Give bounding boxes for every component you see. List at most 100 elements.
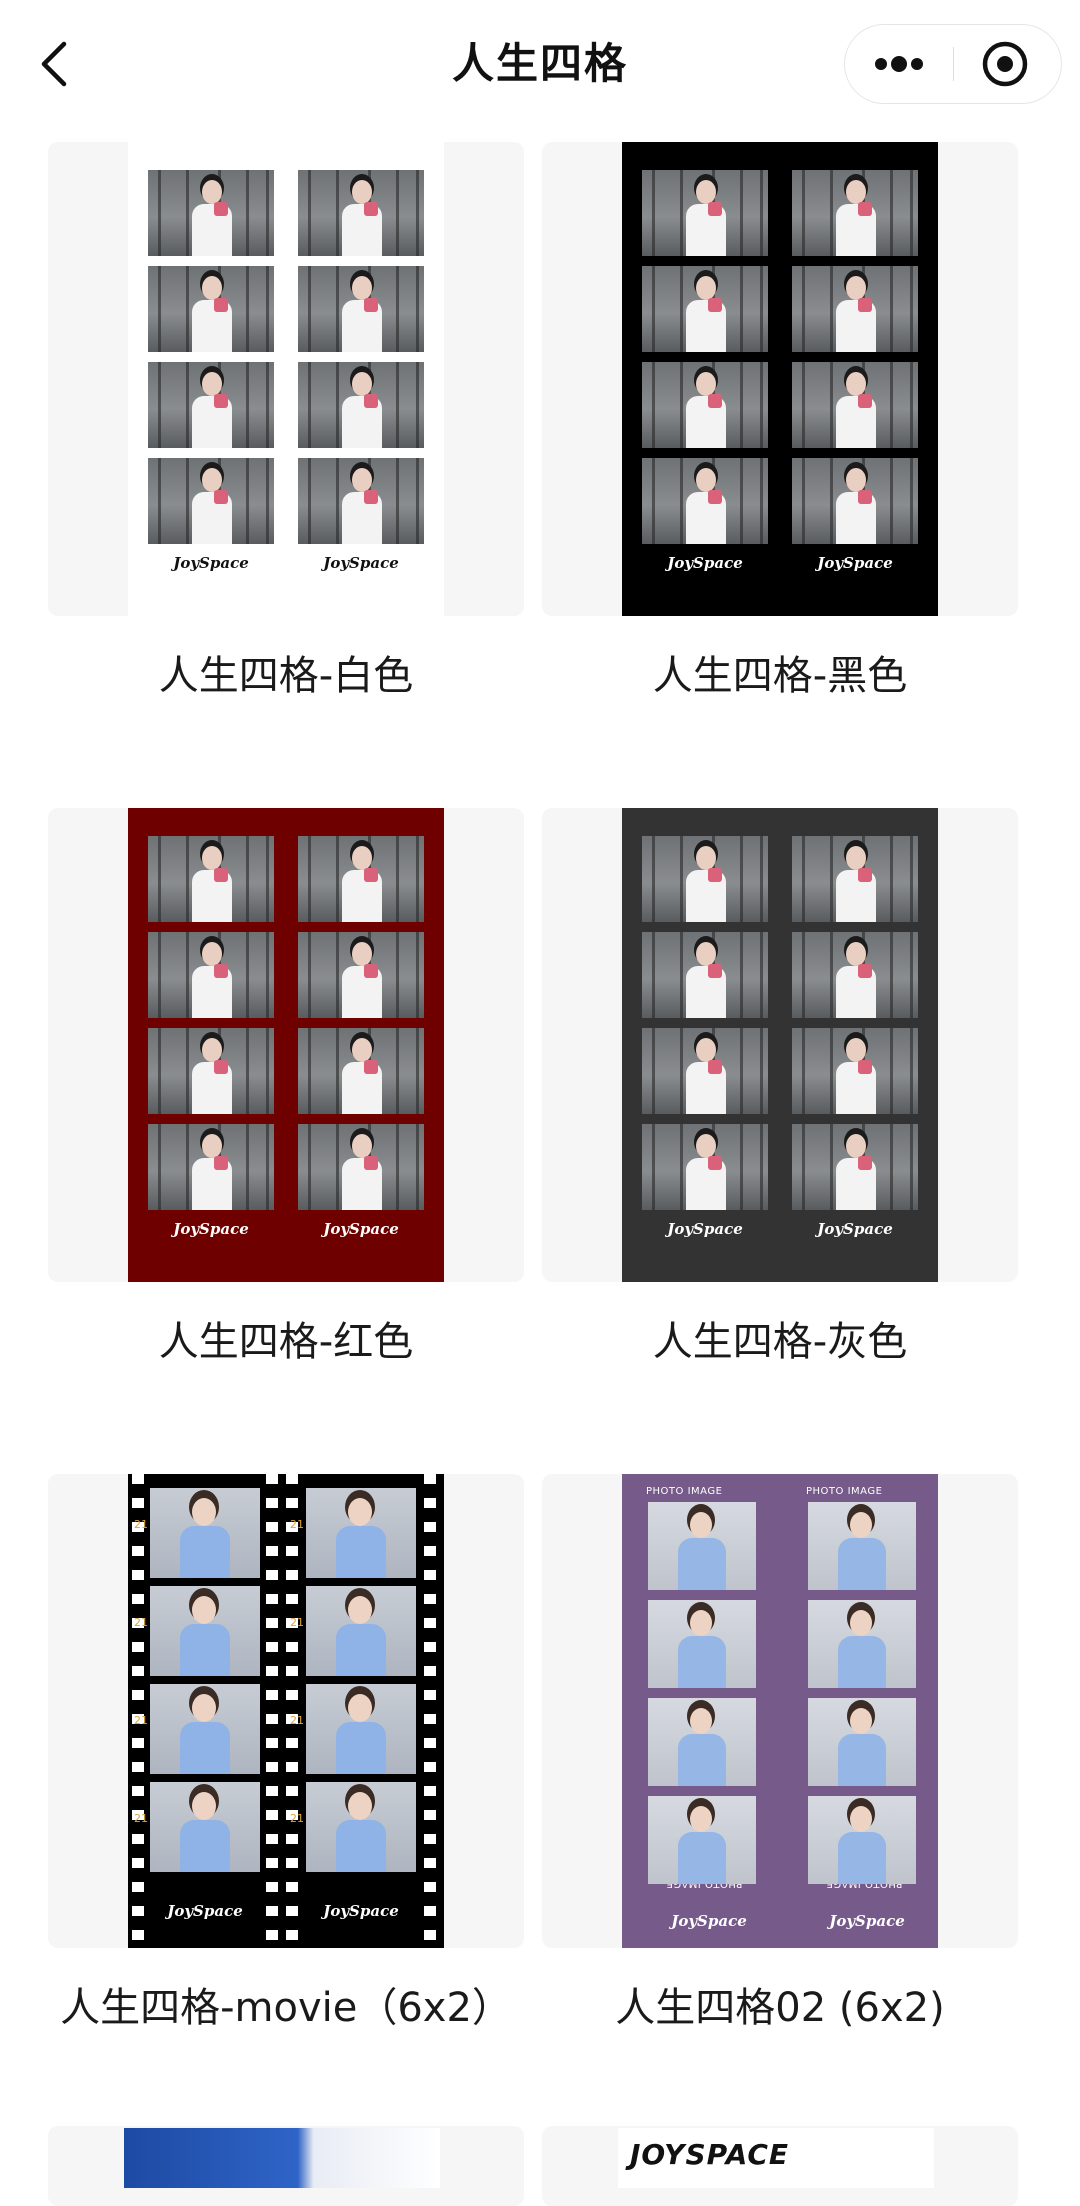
film-sprocket-holes [132, 1474, 144, 1948]
photo-frame [148, 932, 274, 1018]
person-figure [686, 1038, 726, 1114]
person-head [696, 180, 716, 204]
person-figure [342, 1134, 382, 1210]
person-body [678, 1734, 726, 1786]
close-button[interactable] [955, 25, 1061, 103]
background-stripe [308, 932, 311, 1018]
background-stripe [830, 266, 833, 352]
photo-frame [792, 458, 918, 544]
background-stripe [760, 458, 763, 544]
background-stripe [396, 362, 399, 448]
brand-logo: JoySpace [817, 554, 893, 572]
background-stripe [910, 1028, 913, 1114]
background-stripe [186, 1124, 189, 1210]
person-figure [342, 942, 382, 1018]
background-stripe [890, 1124, 893, 1210]
person-head [696, 846, 716, 870]
person-body [180, 1722, 230, 1774]
person-figure [192, 942, 232, 1018]
more-button[interactable] [845, 25, 953, 103]
brand-logo: JoySpace [667, 554, 743, 572]
person-head [352, 468, 372, 492]
background-stripe [158, 362, 161, 448]
person-body [180, 1526, 230, 1578]
person-figure [342, 276, 382, 352]
phone-in-hand [214, 964, 228, 978]
background-stripe [416, 266, 419, 352]
phone-in-hand [214, 1060, 228, 1074]
photo-frame [808, 1698, 916, 1786]
person-head [850, 1512, 872, 1538]
chevron-left-icon [41, 41, 67, 87]
background-stripe [186, 266, 189, 352]
background-stripe [266, 362, 269, 448]
person-head [690, 1708, 712, 1734]
background-stripe [890, 836, 893, 922]
person-head [192, 1596, 216, 1624]
template-thumbnail-partial-right: JOYSPACE [618, 2128, 934, 2188]
background-stripe [680, 836, 683, 922]
background-stripe [158, 836, 161, 922]
photo-frame [150, 1782, 260, 1872]
background-stripe [652, 170, 655, 256]
photo-frame [648, 1502, 756, 1590]
person-body [336, 1820, 386, 1872]
background-stripe [652, 458, 655, 544]
background-stripe [830, 458, 833, 544]
template-thumbnail: JoySpace JoySpace [622, 142, 938, 616]
person-body [336, 1624, 386, 1676]
background-stripe [830, 932, 833, 1018]
person-head [352, 276, 372, 300]
person-figure [192, 846, 232, 922]
background-stripe [416, 458, 419, 544]
phone-in-hand [214, 490, 228, 504]
phone-in-hand [214, 202, 228, 216]
background-stripe [680, 170, 683, 256]
template-name: 人生四格-movie（6x2） [60, 1985, 512, 2031]
background-stripe [266, 932, 269, 1018]
person-head [696, 942, 716, 966]
background-stripe [890, 458, 893, 544]
film-sprocket-holes [286, 1474, 298, 1948]
phone-in-hand [858, 490, 872, 504]
template-thumbnail: JoySpace JoySpace [128, 142, 444, 616]
back-button[interactable] [30, 34, 84, 94]
brand-logo: JoySpace [323, 1220, 399, 1238]
person-head [192, 1498, 216, 1526]
brand-logo: JoySpace [671, 1912, 747, 1930]
background-stripe [186, 836, 189, 922]
film-sprocket-holes [424, 1474, 436, 1948]
background-stripe [266, 266, 269, 352]
photo-frame [648, 1600, 756, 1688]
template-thumbnail-partial-left [124, 2128, 440, 2188]
background-stripe [680, 362, 683, 448]
background-stripe [760, 266, 763, 352]
template-name: 人生四格02 (6x2) [615, 1985, 945, 2031]
person-head [846, 1134, 866, 1158]
person-head [202, 1134, 222, 1158]
background-stripe [802, 362, 805, 448]
person-head [850, 1806, 872, 1832]
background-stripe [416, 170, 419, 256]
background-stripe [416, 1028, 419, 1114]
person-body [180, 1624, 230, 1676]
background-stripe [740, 266, 743, 352]
background-stripe [680, 932, 683, 1018]
person-head [348, 1498, 372, 1526]
background-stripe [246, 362, 249, 448]
phone-in-hand [708, 1156, 722, 1170]
person-figure [836, 846, 876, 922]
background-stripe [308, 1124, 311, 1210]
phone-in-hand [214, 868, 228, 882]
photo-frame [148, 170, 274, 256]
background-stripe [266, 1124, 269, 1210]
background-stripe [740, 1124, 743, 1210]
template-name: 人生四格-白色 [158, 653, 414, 699]
background-stripe [760, 1028, 763, 1114]
background-stripe [830, 1124, 833, 1210]
phone-in-hand [858, 298, 872, 312]
person-figure [836, 1038, 876, 1114]
person-head [348, 1792, 372, 1820]
person-figure [342, 1038, 382, 1114]
photo-frame [792, 1028, 918, 1114]
